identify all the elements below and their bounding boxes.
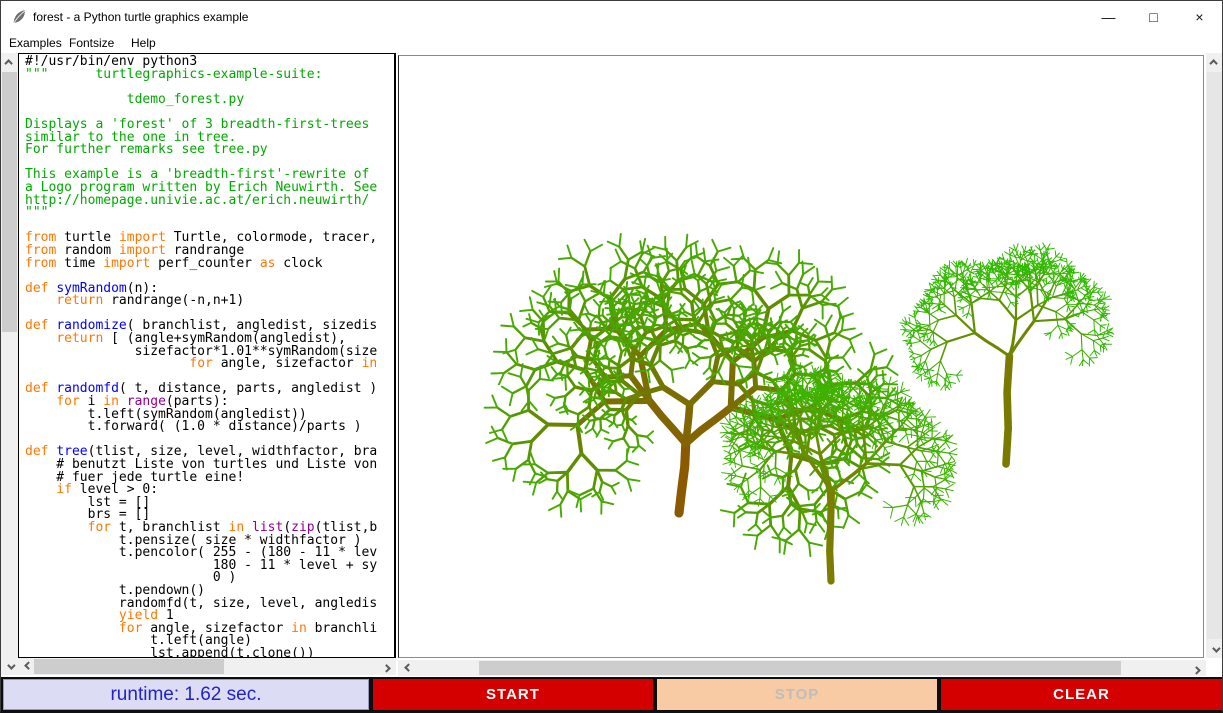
canvas-vertical-scrollbar[interactable]: [1206, 53, 1223, 658]
python-feather-icon: [11, 9, 27, 25]
code-hscroll-thumb[interactable]: [34, 659, 224, 674]
maximize-button[interactable]: □: [1131, 1, 1176, 33]
canvas-vscroll-thumb[interactable]: [1207, 72, 1223, 639]
clear-button[interactable]: CLEAR: [941, 679, 1222, 710]
menu-fontsize[interactable]: Fontsize: [69, 36, 114, 50]
turtle-canvas: [399, 56, 1203, 657]
close-button[interactable]: ×: [1177, 1, 1222, 33]
code-text[interactable]: #!/usr/bin/env python3""" turtlegraphics…: [25, 56, 377, 658]
chevron-up-icon: [1209, 59, 1217, 67]
minimize-button[interactable]: —: [1086, 1, 1131, 33]
stop-button[interactable]: STOP: [657, 679, 937, 710]
chevron-down-icon: [7, 661, 15, 669]
scroll-left-arrow[interactable]: [398, 660, 415, 677]
canvas-hscroll-thumb[interactable]: [479, 661, 1121, 675]
window-title: forest - a Python turtle graphics exampl…: [33, 10, 248, 24]
tree-left: [485, 234, 910, 556]
chevron-left-icon: [404, 663, 412, 671]
chevron-right-icon: [382, 664, 390, 672]
runtime-display: runtime: 1.62 sec.: [3, 679, 369, 710]
chevron-right-icon: [1192, 666, 1200, 674]
title-bar: forest - a Python turtle graphics exampl…: [1, 1, 1222, 33]
code-horizontal-scrollbar[interactable]: [18, 658, 396, 675]
scroll-right-arrow[interactable]: [1189, 660, 1206, 677]
close-icon: ×: [1195, 9, 1203, 25]
start-button[interactable]: START: [373, 679, 653, 710]
code-vertical-scrollbar[interactable]: [1, 53, 18, 675]
scroll-down-arrow[interactable]: [1, 658, 18, 675]
maximize-icon: □: [1149, 9, 1157, 25]
canvas-frame: [398, 55, 1204, 658]
scroll-left-arrow[interactable]: [18, 658, 35, 675]
turtledemo-window: forest - a Python turtle graphics exampl…: [0, 0, 1223, 713]
chevron-left-icon: [24, 661, 32, 669]
scroll-down-arrow[interactable]: [1206, 641, 1223, 658]
canvas-horizontal-scrollbar[interactable]: [398, 660, 1206, 676]
minimize-icon: —: [1102, 9, 1116, 25]
scroll-right-arrow[interactable]: [379, 658, 396, 675]
chevron-up-icon: [4, 59, 12, 67]
menu-bar: Examples Fontsize Help: [1, 33, 1222, 53]
menu-help[interactable]: Help: [131, 36, 156, 50]
scroll-up-arrow[interactable]: [1206, 53, 1223, 70]
menu-examples[interactable]: Examples: [9, 36, 62, 50]
bottom-bar: runtime: 1.62 sec. START STOP CLEAR: [1, 677, 1222, 712]
chevron-down-icon: [1212, 644, 1220, 652]
scroll-up-arrow[interactable]: [1, 53, 18, 70]
code-vscroll-thumb[interactable]: [2, 72, 17, 332]
code-pane: #!/usr/bin/env python3""" turtlegraphics…: [18, 53, 396, 658]
